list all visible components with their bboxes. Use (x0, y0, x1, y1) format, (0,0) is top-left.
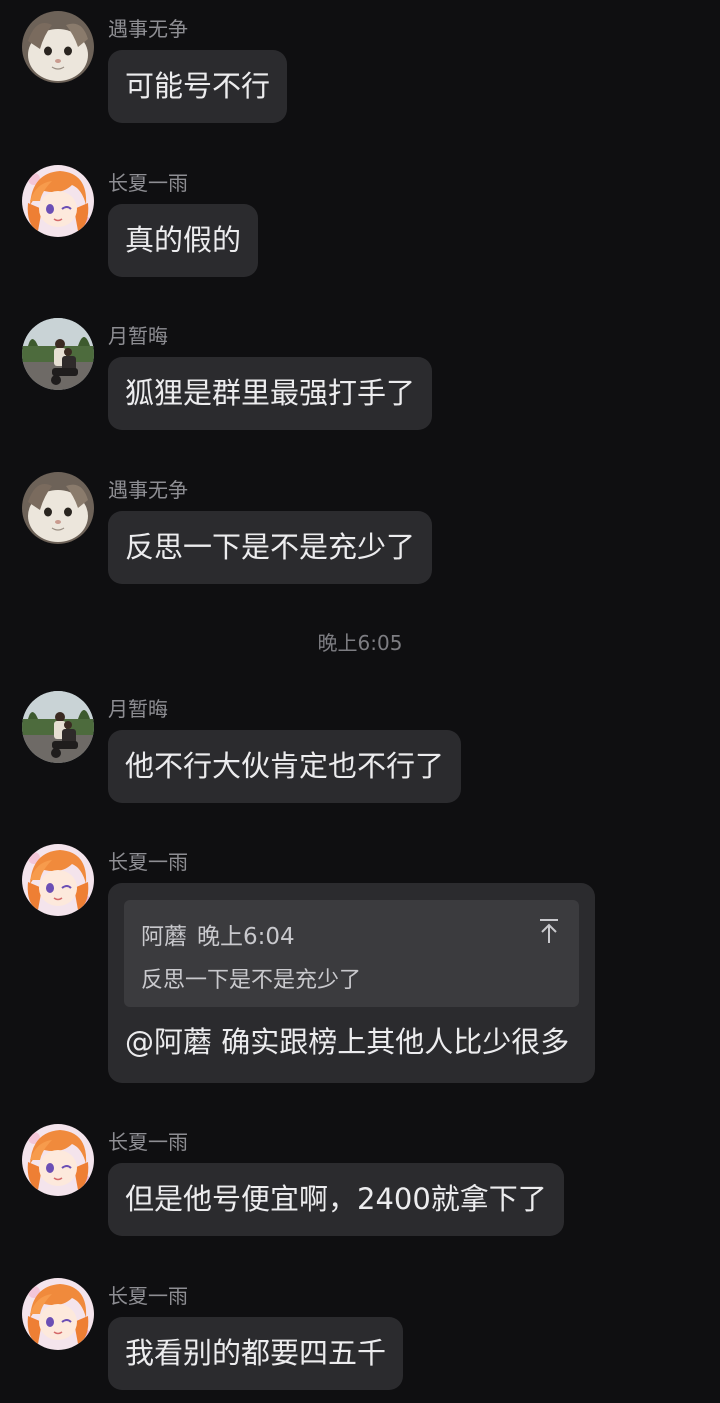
quote-time: 晚上6:04 (197, 924, 295, 950)
anime-girl-avatar[interactable] (22, 844, 94, 916)
anime-girl-icon (22, 1124, 94, 1196)
message-bubble[interactable]: 但是他号便宜啊，2400就拿下了 (108, 1163, 564, 1236)
sender-name[interactable]: 长夏一雨 (108, 1280, 188, 1309)
message-bubble[interactable]: 他不行大伙肯定也不行了 (108, 730, 462, 803)
message-bubble[interactable]: 反思一下是不是充少了 (108, 511, 433, 584)
cat-icon (22, 472, 94, 544)
quote-header: 阿蘑 晚上6:04 (141, 917, 295, 951)
anime-girl-avatar[interactable] (22, 1278, 94, 1350)
photo-avatar[interactable] (22, 318, 94, 390)
chat-message: 月暂晦 狐狸是群里最强打手了 (0, 310, 720, 440)
message-bubble[interactable]: 可能号不行 (108, 50, 288, 123)
time-divider: 晚上6:05 (317, 631, 403, 655)
sender-name[interactable]: 月暂晦 (108, 693, 168, 722)
chat-message: 遇事无争 可能号不行 (0, 3, 720, 133)
chat-message: 月暂晦 他不行大伙肯定也不行了 (0, 683, 720, 813)
chat-message-reply: 长夏一雨 阿蘑 晚上6:04 反思一下是不是充少了 @阿蘑 确实跟榜上其他人比少很… (0, 836, 720, 1096)
photo-icon (22, 691, 94, 763)
cat-icon (22, 11, 94, 83)
anime-girl-avatar[interactable] (22, 1124, 94, 1196)
photo-icon (22, 318, 94, 390)
chat-message: 遇事无争 反思一下是不是充少了 (0, 464, 720, 594)
photo-avatar[interactable] (22, 691, 94, 763)
sender-name[interactable]: 月暂晦 (108, 320, 168, 349)
scroll-to-top-icon[interactable] (537, 918, 561, 944)
sender-name[interactable]: 长夏一雨 (108, 1126, 188, 1155)
chat-message: 长夏一雨 我看别的都要四五千 (0, 1270, 720, 1400)
message-bubble[interactable]: 真的假的 (108, 204, 259, 277)
sender-name[interactable]: 长夏一雨 (108, 846, 188, 875)
anime-girl-icon (22, 165, 94, 237)
sender-name[interactable]: 遇事无争 (108, 474, 188, 503)
reply-text: @阿蘑 确实跟榜上其他人比少很多 (125, 1025, 570, 1059)
message-bubble[interactable]: 我看别的都要四五千 (108, 1317, 404, 1390)
chat-message: 长夏一雨 真的假的 (0, 157, 720, 287)
message-bubble[interactable]: 狐狸是群里最强打手了 (108, 357, 433, 430)
chat-message-list[interactable]: 遇事无争 可能号不行 长夏一雨 真的假的 月暂晦 狐狸是群里最强打手了 遇事无争… (0, 0, 720, 1403)
sender-name[interactable]: 遇事无争 (108, 13, 188, 42)
cat-avatar[interactable] (22, 472, 94, 544)
anime-girl-icon (22, 844, 94, 916)
anime-girl-avatar[interactable] (22, 165, 94, 237)
reply-message-bubble[interactable]: 阿蘑 晚上6:04 反思一下是不是充少了 @阿蘑 确实跟榜上其他人比少很多 (108, 883, 595, 1083)
cat-avatar[interactable] (22, 11, 94, 83)
anime-girl-icon (22, 1278, 94, 1350)
chat-message: 长夏一雨 但是他号便宜啊，2400就拿下了 (0, 1116, 720, 1246)
quote-text: 反思一下是不是充少了 (141, 968, 362, 993)
quoted-message[interactable]: 阿蘑 晚上6:04 反思一下是不是充少了 (124, 900, 579, 1007)
quote-author: 阿蘑 (141, 924, 187, 950)
sender-name[interactable]: 长夏一雨 (108, 167, 188, 196)
